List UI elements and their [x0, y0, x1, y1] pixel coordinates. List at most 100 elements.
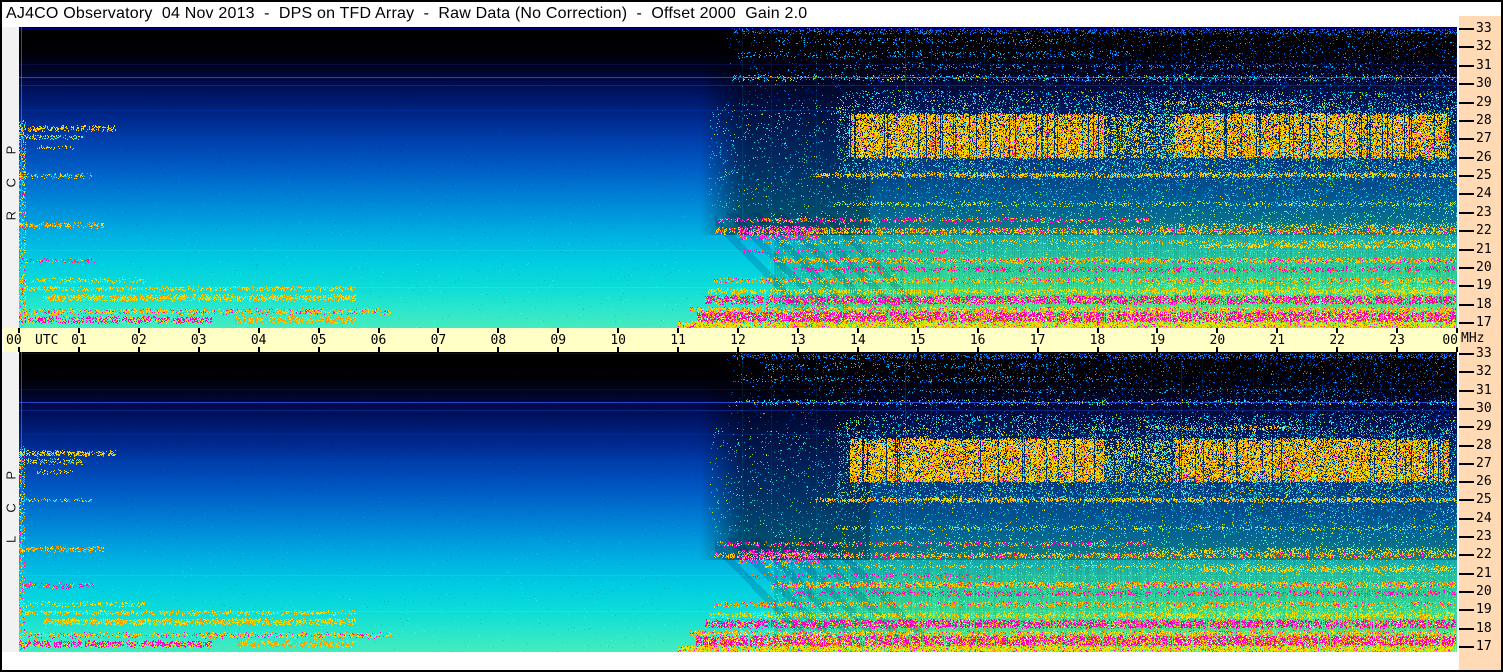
hour-label: 17 — [1029, 333, 1046, 348]
freq-label: 19 — [1476, 278, 1492, 294]
freq-label: 25 — [1476, 168, 1492, 183]
freq-tick — [1459, 444, 1474, 447]
hour-tick — [1216, 328, 1219, 333]
hour-tick — [257, 328, 260, 333]
hour-label: 00 — [1442, 333, 1458, 348]
hour-tick — [377, 328, 380, 333]
freq-tick — [1459, 371, 1474, 374]
freq-label: 30 — [1476, 400, 1492, 416]
freq-tick — [1459, 536, 1474, 538]
hour-label: 22 — [1329, 333, 1345, 348]
freq-tick — [1459, 64, 1474, 67]
hour-label: 05 — [310, 333, 327, 348]
hour-tick — [617, 347, 620, 352]
hour-tick — [976, 328, 979, 333]
hour-tick — [197, 347, 200, 352]
hour-tick — [1156, 347, 1159, 352]
hour-tick — [557, 328, 560, 333]
freq-label: 20 — [1476, 259, 1492, 275]
freq-label: 18 — [1476, 620, 1492, 636]
freq-tick — [1459, 499, 1474, 502]
spectrogram-window: AJ4CO Observatory 04 Nov 2013 - DPS on T… — [0, 0, 1503, 672]
hour-tick — [257, 347, 260, 352]
freq-label: 24 — [1476, 510, 1492, 526]
hour-label: 12 — [730, 333, 746, 348]
hour-tick — [677, 328, 680, 333]
hour-tick — [856, 328, 859, 333]
hour-tick — [1276, 328, 1279, 333]
freq-tick — [1459, 230, 1474, 233]
freq-tick — [1459, 353, 1474, 355]
hour-tick — [557, 347, 560, 352]
hour-label: 13 — [790, 333, 806, 348]
freq-label: 19 — [1476, 602, 1492, 618]
freq-label: 26 — [1476, 149, 1492, 165]
hour-tick — [1336, 347, 1339, 352]
hour-tick — [1096, 328, 1099, 333]
freq-label: 32 — [1476, 39, 1492, 55]
hour-tick — [1156, 328, 1159, 333]
hour-tick — [1396, 347, 1399, 352]
mhz-unit-label: MHz — [1461, 331, 1485, 346]
rcp-panel-label-column: R C P — [2, 27, 19, 328]
hour-tick — [796, 328, 799, 333]
freq-tick — [1459, 609, 1474, 612]
freq-tick — [1459, 101, 1474, 104]
freq-label: 33 — [1476, 21, 1492, 36]
hour-label: 15 — [909, 333, 926, 348]
hour-tick — [77, 347, 80, 352]
freq-label: 21 — [1476, 565, 1492, 581]
freq-label: 30 — [1476, 76, 1492, 92]
freq-label: 24 — [1476, 186, 1492, 202]
rcp-spectrogram-canvas — [19, 27, 1457, 328]
utc-unit-label: UTC — [35, 333, 59, 348]
freq-tick — [1459, 138, 1474, 141]
hour-tick — [377, 347, 380, 352]
hour-tick — [796, 347, 799, 352]
freq-label: 22 — [1476, 223, 1492, 239]
freq-label: 27 — [1476, 131, 1492, 147]
freq-tick — [1459, 590, 1474, 593]
hour-label: 07 — [430, 333, 447, 348]
lcp-panel-label: L C P — [3, 460, 18, 544]
freq-tick — [1459, 572, 1474, 575]
hour-tick — [916, 347, 919, 352]
hour-label: 01 — [71, 333, 87, 348]
hour-tick — [1216, 347, 1219, 352]
frequency-scale-column: MHz 33 32 31 30 29 28 27 26 25 24 23 22 21 20 19 18 17 33… — [1459, 16, 1501, 670]
hour-label: 04 — [250, 333, 267, 348]
freq-tick — [1459, 119, 1474, 122]
freq-label: 22 — [1476, 547, 1492, 563]
hour-tick — [497, 347, 500, 352]
hour-tick — [77, 328, 80, 333]
hour-tick — [976, 347, 979, 352]
freq-tick — [1459, 407, 1474, 410]
hour-label: 21 — [1269, 333, 1286, 348]
freq-tick — [1459, 322, 1474, 324]
freq-label: 25 — [1476, 492, 1492, 508]
hour-tick — [1036, 328, 1039, 333]
freq-label: 32 — [1476, 364, 1492, 380]
freq-label: 27 — [1476, 455, 1492, 471]
hour-tick — [437, 347, 440, 352]
hour-tick — [1336, 328, 1339, 333]
freq-label: 29 — [1476, 419, 1492, 435]
hour-label: 11 — [670, 333, 686, 348]
freq-tick — [1459, 211, 1474, 214]
freq-tick — [1459, 28, 1474, 30]
hour-tick — [1036, 347, 1039, 352]
freq-label: 31 — [1476, 382, 1492, 398]
hour-tick — [617, 328, 620, 333]
hour-tick — [497, 328, 500, 333]
freq-label: 28 — [1476, 112, 1492, 128]
hour-label: 20 — [1209, 333, 1226, 348]
hour-label: 06 — [370, 333, 387, 348]
freq-tick — [1459, 156, 1474, 159]
hour-label: 18 — [1089, 333, 1106, 348]
time-axis: UTC 00 01 02 03 04 05 06 07 08 09 10 11 12 13 14 15 16 17… — [4, 328, 1460, 352]
freq-tick — [1459, 426, 1474, 429]
hour-tick — [137, 328, 140, 333]
hour-label: 02 — [131, 333, 147, 348]
freq-tick — [1459, 83, 1474, 86]
freq-label: 31 — [1476, 57, 1492, 73]
